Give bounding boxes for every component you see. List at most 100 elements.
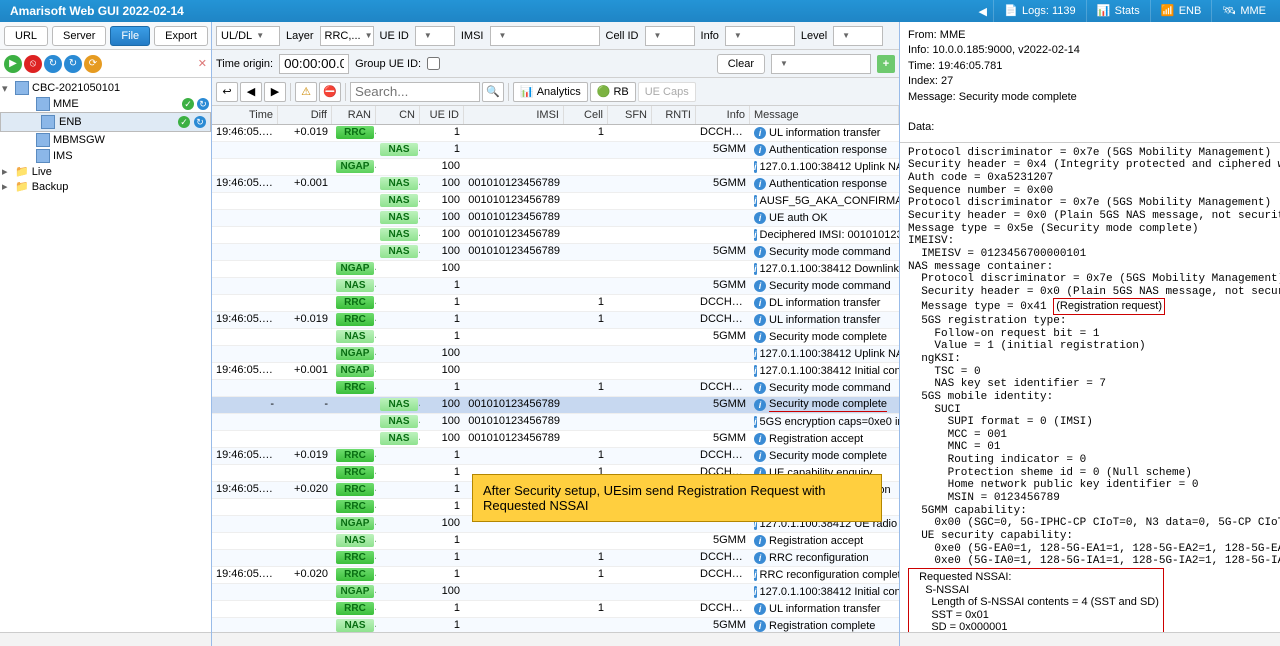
clear-button[interactable]: Clear bbox=[717, 54, 765, 74]
search-icon[interactable]: 🔍 bbox=[482, 82, 504, 102]
table-row[interactable]: 19:46:05.840+0.020RRC11DCCH-NRiRRC recon… bbox=[212, 567, 899, 584]
refresh-icon[interactable]: ↻ bbox=[44, 55, 62, 73]
table-row[interactable]: NAS100001010123456789iDeciphered IMSI: 0… bbox=[212, 227, 899, 244]
export-button[interactable]: Export bbox=[154, 26, 208, 46]
info-icon[interactable]: i bbox=[754, 535, 766, 547]
table-row[interactable]: RRC11DCCH-NRiSecurity mode command bbox=[212, 380, 899, 397]
table-row[interactable]: 19:46:05.800+0.019RRC11DCCH-NRiSecurity … bbox=[212, 448, 899, 465]
info-icon[interactable]: i bbox=[754, 229, 757, 241]
group-ueid-checkbox[interactable] bbox=[427, 57, 440, 70]
info-icon[interactable]: i bbox=[754, 399, 766, 411]
file-button[interactable]: File bbox=[110, 26, 150, 46]
info-icon[interactable]: i bbox=[754, 297, 766, 309]
time-origin-input[interactable] bbox=[279, 54, 349, 74]
collapse-left-icon[interactable]: ◀ bbox=[973, 5, 993, 18]
tree-backup[interactable]: ▸📁Backup bbox=[0, 179, 211, 194]
info-icon[interactable]: i bbox=[754, 552, 766, 564]
tree-root[interactable]: ▾CBC-2021050101 bbox=[0, 80, 211, 96]
info-icon[interactable]: i bbox=[754, 603, 766, 615]
info-icon[interactable]: i bbox=[754, 586, 757, 598]
table-row[interactable]: NAS1000010101234567895GMMiSecurity mode … bbox=[212, 244, 899, 261]
level-select[interactable]: ▼ bbox=[833, 26, 883, 46]
tab-mme[interactable]: 🛰MME bbox=[1211, 0, 1276, 22]
prev-icon[interactable]: ◀ bbox=[240, 82, 262, 102]
table-row[interactable]: NAS100001010123456789iAUSF_5G_AKA_CONFIR… bbox=[212, 193, 899, 210]
table-row[interactable]: NGAP100i127.0.1.100:38412 Initial contex… bbox=[212, 584, 899, 601]
info-icon[interactable]: i bbox=[754, 569, 757, 581]
table-row[interactable]: NAS15GMMiSecurity mode command bbox=[212, 278, 899, 295]
tree-mbmsgw[interactable]: MBMSGW bbox=[0, 132, 211, 148]
log-grid[interactable]: TimeDiffRANCNUE IDIMSICellSFNRNTIInfoMes… bbox=[212, 106, 899, 632]
info-icon[interactable]: i bbox=[754, 348, 757, 360]
info-icon[interactable]: i bbox=[754, 331, 766, 343]
tab-stats[interactable]: 📊Stats bbox=[1086, 0, 1150, 22]
sidebar-scrollbar[interactable] bbox=[0, 632, 211, 646]
info-icon[interactable]: i bbox=[754, 161, 757, 173]
info-icon[interactable]: i bbox=[754, 365, 757, 377]
info-icon[interactable]: i bbox=[754, 178, 766, 190]
cellid-select[interactable]: ▼ bbox=[645, 26, 695, 46]
analytics-button[interactable]: 📊 Analytics bbox=[513, 82, 588, 102]
action-icon[interactable]: ⟳ bbox=[84, 55, 102, 73]
tree-mme[interactable]: MME✓↻ bbox=[0, 96, 211, 112]
table-row[interactable]: NAS100001010123456789i5GS encryption cap… bbox=[212, 414, 899, 431]
table-row[interactable]: NGAP100i127.0.1.100:38412 Uplink NAS tra… bbox=[212, 346, 899, 363]
info-icon[interactable]: i bbox=[754, 127, 766, 139]
ueid-select[interactable]: ▼ bbox=[415, 26, 455, 46]
table-row[interactable]: --NAS1000010101234567895GMMiSecurity mod… bbox=[212, 397, 899, 414]
table-row[interactable]: NGAP100i127.0.1.100:38412 Uplink NAS tra… bbox=[212, 159, 899, 176]
info-select[interactable]: ▼ bbox=[725, 26, 795, 46]
table-row[interactable]: NAS15GMMiRegistration accept bbox=[212, 533, 899, 550]
table-row[interactable]: 19:46:05.761+0.001NAS1000010101234567895… bbox=[212, 176, 899, 193]
table-row[interactable]: NAS1000010101234567895GMMiRegistration a… bbox=[212, 431, 899, 448]
info-icon[interactable]: i bbox=[754, 212, 766, 224]
info-icon[interactable]: i bbox=[754, 450, 766, 462]
info-icon[interactable]: i bbox=[754, 195, 757, 207]
info-icon[interactable]: i bbox=[754, 246, 766, 258]
table-row[interactable]: NAS15GMMiAuthentication response bbox=[212, 142, 899, 159]
error-icon[interactable]: ⛔ bbox=[319, 82, 341, 102]
info-icon[interactable]: i bbox=[754, 416, 757, 428]
table-row[interactable]: RRC11DCCH-NRiRRC reconfiguration bbox=[212, 550, 899, 567]
close-icon[interactable]: ✕ bbox=[198, 57, 207, 70]
info-icon[interactable]: i bbox=[754, 144, 766, 156]
tree-enb[interactable]: ENB✓↻ bbox=[0, 112, 211, 132]
info-icon[interactable]: i bbox=[754, 620, 766, 632]
table-row[interactable]: 19:46:05.760+0.019RRC11DCCH-NRiUL inform… bbox=[212, 125, 899, 142]
detail-scrollbar[interactable] bbox=[900, 632, 1280, 646]
clear-select[interactable]: ▼ bbox=[771, 54, 871, 74]
play-icon[interactable]: ▶ bbox=[4, 55, 22, 73]
tree-ims[interactable]: IMS bbox=[0, 148, 211, 164]
table-row[interactable]: RRC11DCCH-NRiDL information transfer bbox=[212, 295, 899, 312]
info-icon[interactable]: i bbox=[754, 433, 766, 445]
center-scrollbar[interactable] bbox=[212, 632, 899, 646]
tab-enb[interactable]: 📶ENB bbox=[1150, 0, 1212, 22]
detail-body[interactable]: Protocol discriminator = 0x7e (5GS Mobil… bbox=[900, 143, 1280, 632]
info-icon[interactable]: i bbox=[754, 263, 757, 275]
table-row[interactable]: RRC11DCCH-NRiUL information transfer bbox=[212, 601, 899, 618]
add-button[interactable]: + bbox=[877, 55, 895, 73]
server-button[interactable]: Server bbox=[52, 26, 106, 46]
wrap-icon[interactable]: ↩ bbox=[216, 82, 238, 102]
next-icon[interactable]: ▶ bbox=[264, 82, 286, 102]
table-row[interactable]: NAS15GMMiSecurity mode complete bbox=[212, 329, 899, 346]
search-input[interactable] bbox=[350, 82, 480, 102]
uldl-select[interactable]: UL/DL▼ bbox=[216, 26, 280, 46]
info-icon[interactable]: i bbox=[754, 280, 766, 292]
table-row[interactable]: 19:46:05.780+0.019RRC11DCCH-NRiUL inform… bbox=[212, 312, 899, 329]
info-icon[interactable]: i bbox=[754, 382, 766, 394]
table-row[interactable]: NGAP100i127.0.1.100:38412 Downlink NAS t… bbox=[212, 261, 899, 278]
table-row[interactable]: NAS15GMMiRegistration complete bbox=[212, 618, 899, 632]
uecaps-button[interactable]: UE Caps bbox=[638, 82, 696, 102]
info-icon[interactable]: i bbox=[754, 314, 766, 326]
refresh2-icon[interactable]: ↻ bbox=[64, 55, 82, 73]
tab-logs[interactable]: 📄Logs: 1139 bbox=[993, 0, 1086, 22]
layer-select[interactable]: RRC,...▼ bbox=[320, 26, 374, 46]
tree-live[interactable]: ▸📁Live bbox=[0, 164, 211, 179]
table-row[interactable]: 19:46:05.781+0.001NGAP100i127.0.1.100:38… bbox=[212, 363, 899, 380]
imsi-select[interactable]: ▼ bbox=[490, 26, 600, 46]
url-button[interactable]: URL bbox=[4, 26, 48, 46]
rb-button[interactable]: 🟢 RB bbox=[590, 82, 636, 102]
warn-icon[interactable]: ⚠ bbox=[295, 82, 317, 102]
stop-icon[interactable]: ⦸ bbox=[24, 55, 42, 73]
